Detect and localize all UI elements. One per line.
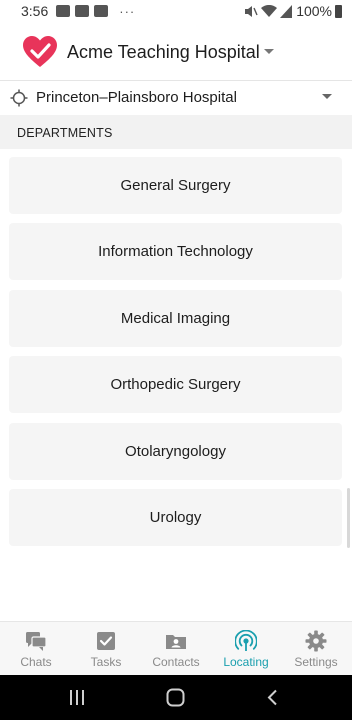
section-header: DEPARTMENTS <box>0 115 352 149</box>
tasks-icon <box>97 632 115 650</box>
more-notifications-icon: ··· <box>119 3 136 19</box>
department-item[interactable]: General Surgery <box>9 157 342 214</box>
caret-down-icon[interactable] <box>322 94 332 99</box>
status-left: 3:56 ··· <box>21 3 135 19</box>
contacts-icon <box>166 635 186 649</box>
status-right: 100% <box>244 3 342 19</box>
location-selector[interactable]: Princeton–Plainsboro Hospital <box>0 80 352 115</box>
tab-settings[interactable]: Settings <box>281 622 351 676</box>
app-header: Acme Teaching Hospital <box>0 24 352 78</box>
battery-percent: 100% <box>296 3 332 19</box>
gear-icon <box>305 630 327 652</box>
mute-icon <box>245 5 258 17</box>
department-item[interactable]: Information Technology <box>9 223 342 280</box>
signal-icon <box>280 4 293 18</box>
tab-locating[interactable]: Locating <box>211 622 281 676</box>
status-bar: 3:56 ··· 100% <box>0 0 352 24</box>
tab-label: Tasks <box>90 655 122 669</box>
wifi-icon <box>261 4 278 17</box>
tab-chats[interactable]: Chats <box>1 622 71 676</box>
home-icon[interactable] <box>166 688 185 707</box>
department-item[interactable]: Otolaryngology <box>9 423 342 480</box>
message-icon <box>56 5 71 17</box>
tab-tasks[interactable]: Tasks <box>71 622 141 676</box>
department-item[interactable]: Urology <box>9 489 342 546</box>
tab-label: Settings <box>294 655 338 669</box>
gallery-icon <box>75 5 90 17</box>
chat-icon <box>26 632 47 651</box>
bottom-nav: Chats Tasks Contacts Locating Settings <box>0 621 352 676</box>
tab-contacts[interactable]: Contacts <box>141 622 211 676</box>
caret-down-icon[interactable] <box>264 49 274 54</box>
status-time: 3:56 <box>21 3 49 19</box>
tab-label: Chats <box>20 655 52 669</box>
battery-icon <box>335 4 342 18</box>
scrollbar[interactable] <box>347 488 350 548</box>
department-item[interactable]: Orthopedic Surgery <box>9 356 342 413</box>
chat-notification-icon <box>94 5 109 17</box>
tab-label: Locating <box>223 655 269 669</box>
department-item[interactable]: Medical Imaging <box>9 290 342 347</box>
system-nav-bar <box>0 675 352 720</box>
heart-check-icon <box>23 36 57 67</box>
section-title: DEPARTMENTS <box>17 126 113 140</box>
tab-label: Contacts <box>152 655 200 669</box>
recent-apps-icon[interactable] <box>68 689 86 706</box>
organization-selector[interactable]: Acme Teaching Hospital <box>67 42 260 63</box>
locating-icon <box>235 630 257 651</box>
location-name: Princeton–Plainsboro Hospital <box>36 89 237 106</box>
back-icon[interactable] <box>266 689 280 706</box>
crosshair-icon <box>10 89 28 107</box>
